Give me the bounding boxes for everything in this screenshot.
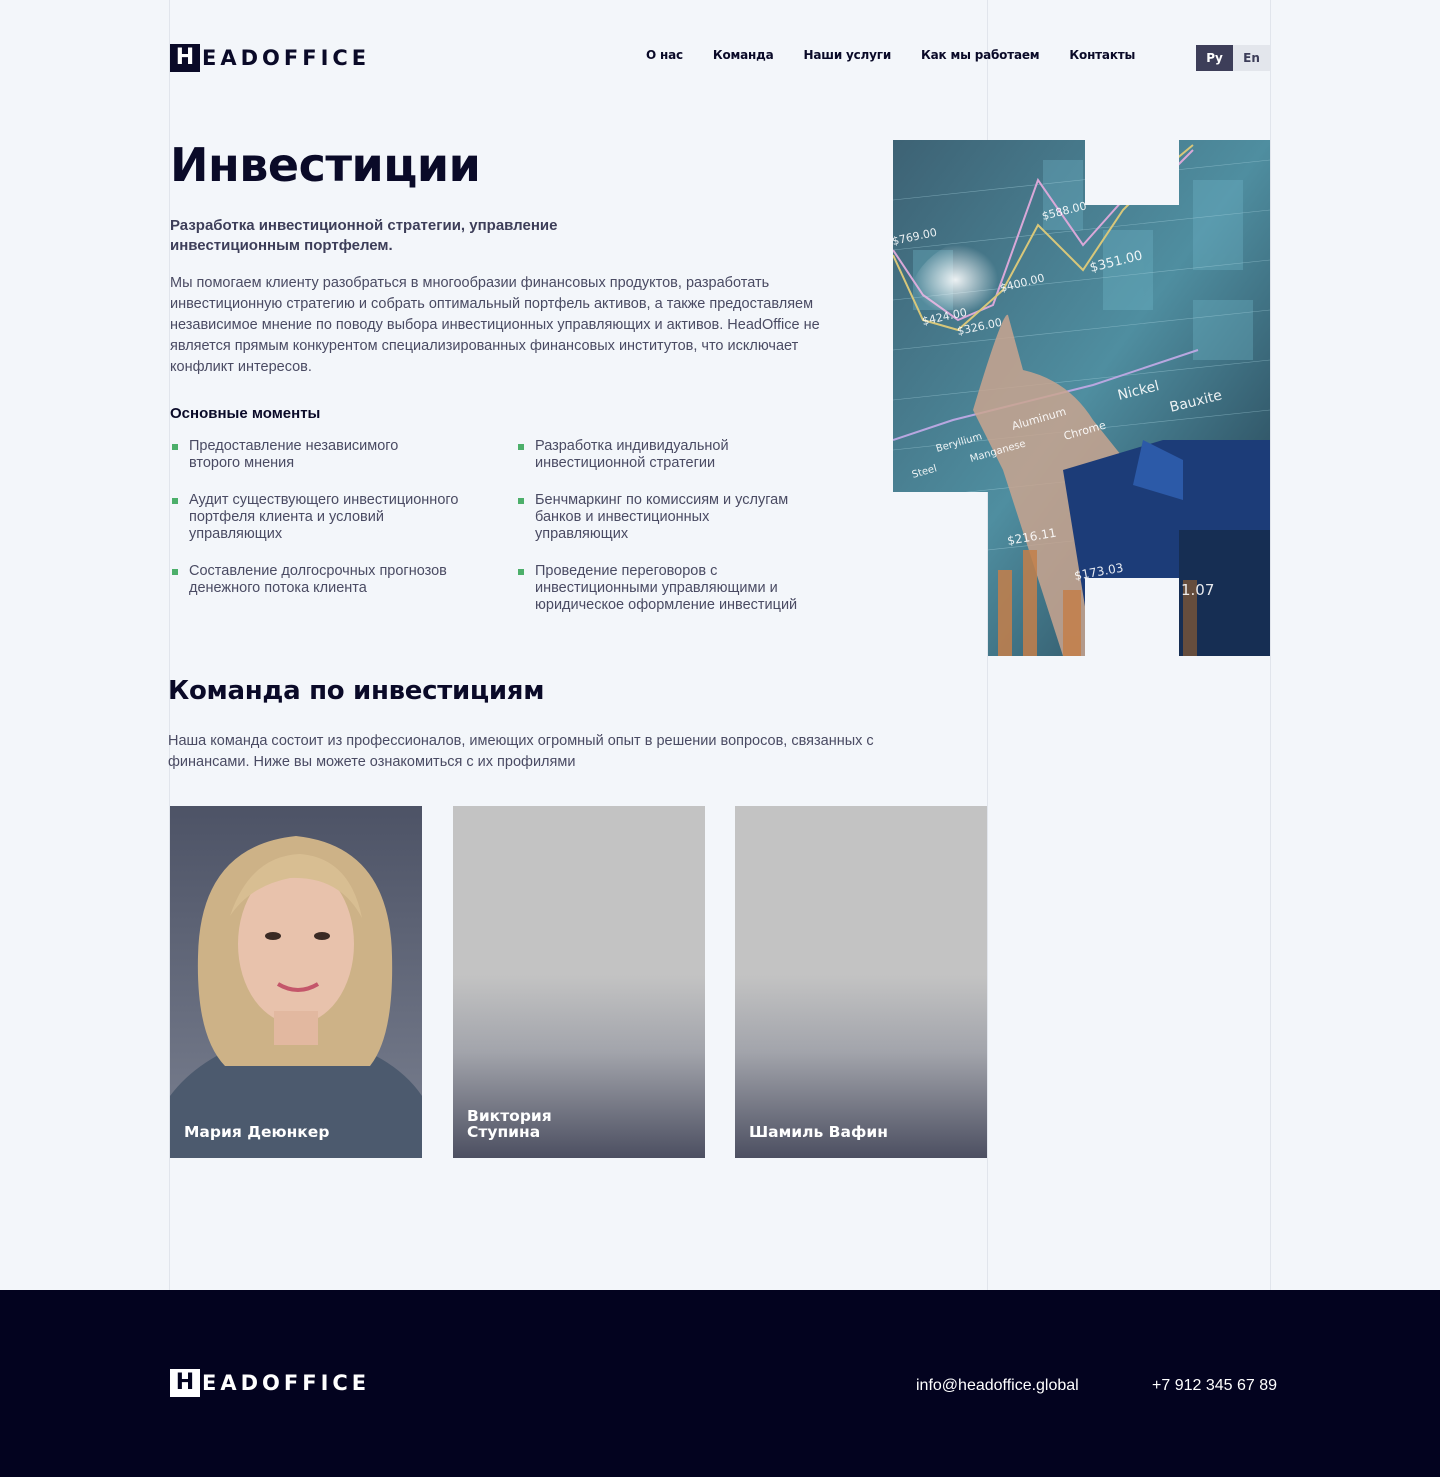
footer-email-link[interactable]: info@headoffice.global bbox=[916, 1377, 1079, 1395]
page-title: Инвестиции bbox=[170, 138, 481, 192]
key-point: Составление долгосрочных прогнозов денеж… bbox=[170, 563, 470, 597]
key-point-text: Бенчмаркинг по комиссиям и услугам банко… bbox=[535, 492, 789, 542]
key-point-text: Проведение переговоров с инвестиционными… bbox=[535, 563, 798, 613]
bullet-icon bbox=[518, 444, 524, 450]
bullet-icon bbox=[518, 569, 524, 575]
logo[interactable]: H EADOFFICE bbox=[170, 44, 370, 72]
nav-item-about[interactable]: О нас bbox=[646, 48, 683, 62]
nav-item-how-we-work[interactable]: Как мы работаем bbox=[921, 48, 1040, 62]
key-point: Бенчмаркинг по комиссиям и услугам банко… bbox=[516, 492, 806, 543]
hero-lead: Разработка инвестиционной стратегии, упр… bbox=[170, 217, 558, 254]
footer: H EADOFFICE info@headoffice.global +7 91… bbox=[0, 1290, 1440, 1477]
lang-en-button[interactable]: En bbox=[1233, 45, 1270, 71]
logo-wordmark: EADOFFICE bbox=[202, 46, 371, 70]
chart-label: 1.07 bbox=[1181, 581, 1214, 599]
team-member-photo bbox=[170, 806, 422, 1158]
key-point: Проведение переговоров с инвестиционными… bbox=[516, 563, 806, 614]
key-point: Аудит существующего инвестиционного порт… bbox=[170, 492, 460, 543]
language-switcher: Ру En bbox=[1196, 45, 1270, 71]
key-point: Разработка индивидуальной инвестиционной… bbox=[516, 438, 816, 472]
nav-item-services[interactable]: Наши услуги bbox=[804, 48, 892, 62]
hero-description: Мы помогаем клиенту разобраться в многоо… bbox=[170, 275, 820, 375]
nav-item-team[interactable]: Команда bbox=[713, 48, 774, 62]
logo-mark: H bbox=[170, 44, 200, 72]
bullet-icon bbox=[172, 444, 178, 450]
bullet-icon bbox=[518, 498, 524, 504]
team-member-name: Мария Деюнкер bbox=[184, 1123, 330, 1141]
bullet-icon bbox=[172, 498, 178, 504]
team-member-card[interactable]: Виктория Ступина bbox=[453, 806, 705, 1158]
main-nav: О нас Команда Наши услуги Как мы работае… bbox=[646, 48, 1165, 62]
team-member-card[interactable]: Мария Деюнкер bbox=[170, 806, 422, 1158]
bullet-icon bbox=[172, 569, 178, 575]
key-point-text: Аудит существующего инвестиционного порт… bbox=[189, 492, 459, 542]
nav-item-contacts[interactable]: Контакты bbox=[1069, 48, 1135, 62]
team-member-name: Шамиль Вафин bbox=[749, 1123, 888, 1141]
key-point-text: Составление долгосрочных прогнозов денеж… bbox=[189, 563, 447, 596]
team-section-description: Наша команда состоит из профессионалов, … bbox=[168, 733, 874, 770]
logo-mark: H bbox=[170, 1369, 200, 1397]
team-member-card[interactable]: Шамиль Вафин bbox=[735, 806, 987, 1158]
key-point: Предоставление независимого второго мнен… bbox=[170, 438, 430, 472]
key-point-text: Предоставление независимого второго мнен… bbox=[189, 438, 399, 471]
key-points-title: Основные моменты bbox=[170, 405, 321, 422]
footer-logo[interactable]: H EADOFFICE bbox=[170, 1369, 370, 1397]
investment-chart-image: $769.00 $588.00 $424.00 $326.00 $400.00 … bbox=[893, 140, 1270, 656]
lang-ru-button[interactable]: Ру bbox=[1196, 45, 1233, 71]
logo-wordmark: EADOFFICE bbox=[202, 1371, 371, 1395]
team-section-title: Команда по инвестициям bbox=[168, 676, 545, 706]
key-point-text: Разработка индивидуальной инвестиционной… bbox=[535, 438, 729, 471]
guide-line-right bbox=[1270, 0, 1271, 1290]
footer-phone-link[interactable]: +7 912 345 67 89 bbox=[1152, 1377, 1277, 1395]
team-member-name: Виктория Ступина bbox=[467, 1107, 552, 1141]
